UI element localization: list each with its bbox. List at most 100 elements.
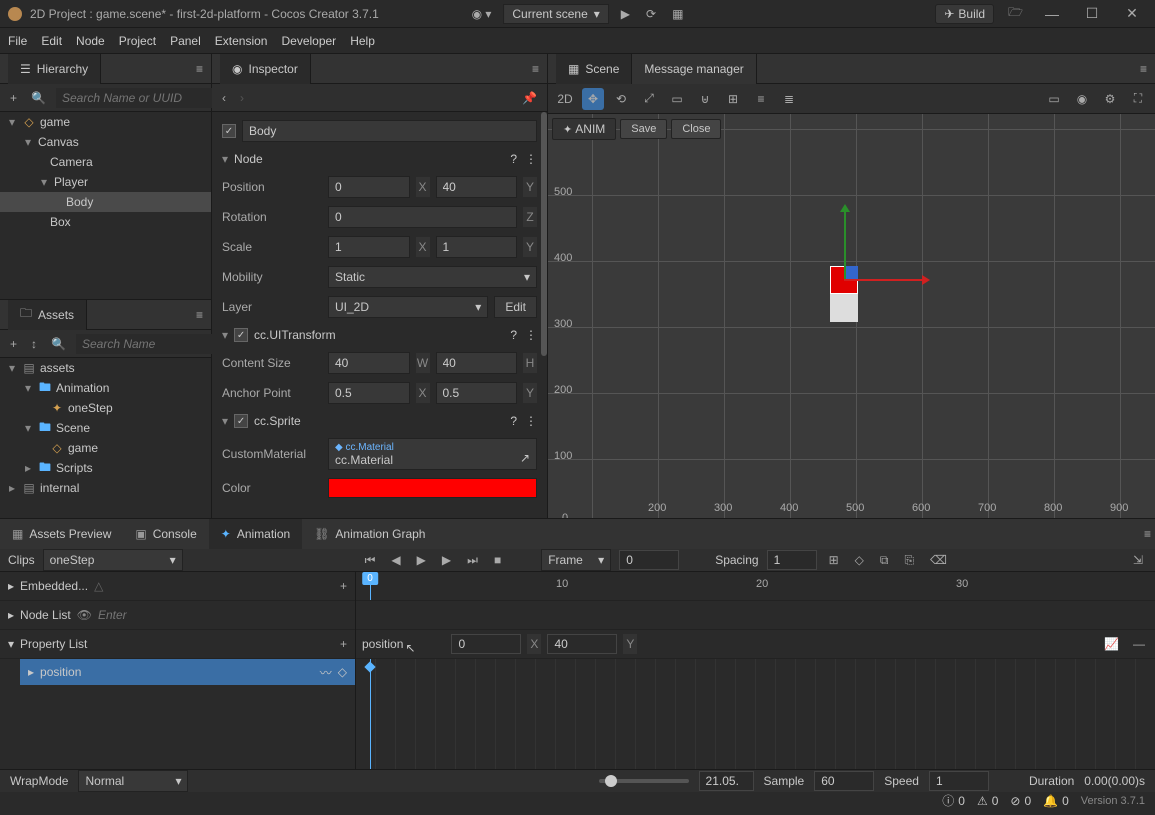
anchor-tool-icon[interactable]: ⊎ [694,88,716,110]
slider-thumb[interactable] [605,775,617,787]
panel-menu-icon[interactable]: ≡ [1140,525,1155,543]
playhead-line[interactable] [370,659,371,769]
qr-icon[interactable]: ▦ [668,5,687,23]
box-sprite[interactable] [830,294,858,322]
camera-icon[interactable]: ▭ [1043,88,1065,110]
anchor-y-input[interactable] [436,382,518,404]
mode-2d[interactable]: 2D [554,88,576,110]
uitransform-section[interactable]: ▾✓ cc.UITransform ?⋮ [216,322,543,348]
position-y-input[interactable] [436,176,518,198]
align-icon[interactable]: ≡ [750,88,772,110]
node-name-input[interactable] [242,120,537,142]
sort-icon[interactable]: ↕ [27,335,41,353]
first-frame-icon[interactable]: ⏮ [361,551,380,570]
animation-timeline[interactable]: 0 10 20 30 position ↖ X Y 📈— [356,572,1155,769]
frame-input[interactable] [619,550,679,570]
x-axis-gizmo[interactable] [844,279,924,281]
wrapmode-dropdown[interactable]: Normal▾ [78,770,188,792]
asset-item[interactable]: ▾🖿Animation [0,378,211,398]
height-input[interactable] [436,352,518,374]
record-icon[interactable]: ◉ [1071,88,1093,110]
panel-menu-icon[interactable]: ≡ [1140,62,1147,76]
uitransform-checkbox[interactable]: ✓ [234,328,248,342]
layer-dropdown[interactable]: UI_2D▾ [328,296,488,318]
menu-dots-icon[interactable]: ⋮ [525,152,537,166]
close-window-icon[interactable]: ✕ [1117,5,1147,22]
tree-item-canvas[interactable]: ▾Canvas [0,132,211,152]
tree-item-player[interactable]: ▾Player [0,172,211,192]
keyframe-marker[interactable] [364,661,375,672]
scene-viewport[interactable]: 600 500 400 300 200 100 0 200 300 400 50… [548,114,1155,518]
help-icon[interactable]: ? [510,328,517,342]
error-count[interactable]: ⊘0 [1010,794,1031,808]
menu-node[interactable]: Node [76,34,105,48]
nodelist-filter-input[interactable] [98,608,148,622]
more-icon[interactable]: — [1129,635,1149,653]
add-asset-icon[interactable]: + [6,335,21,353]
forward-icon[interactable]: › [236,89,248,107]
last-frame-icon[interactable]: ⏭ [463,551,482,570]
back-icon[interactable]: ‹ [218,89,230,107]
play-icon[interactable]: ▶ [617,5,634,23]
assets-tab[interactable]: 🗀 Assets [8,300,87,330]
tree-item-game[interactable]: ▾◇game [0,112,211,132]
build-button[interactable]: ✈ Build [935,4,994,24]
track-x-input[interactable] [451,634,521,654]
align2-icon[interactable]: ≣ [778,88,800,110]
anim-save-button[interactable]: Save [620,119,667,139]
key-icon[interactable]: ◇ [851,551,868,569]
scene-tab[interactable]: ▦Scene [556,54,632,84]
menu-dots-icon[interactable]: ⋮ [525,414,537,428]
frame-mode-dropdown[interactable]: Frame▾ [541,549,611,571]
embedded-row[interactable]: ▸Embedded...△+ [0,572,355,601]
snap-icon[interactable]: ⊞ [722,88,744,110]
mobility-dropdown[interactable]: Static▾ [328,266,537,288]
node-enabled-checkbox[interactable]: ✓ [222,124,236,138]
gizmo-handle[interactable] [845,266,858,279]
add-node-icon[interactable]: + [6,89,21,107]
delete-icon[interactable]: ⌫ [926,551,951,569]
layer-edit-button[interactable]: Edit [494,296,537,318]
track-y-input[interactable] [547,634,617,654]
next-frame-icon[interactable]: ▶ [438,551,455,569]
preview-platform-icon[interactable]: ◉ ▾ [468,5,496,23]
maximize-icon[interactable]: ☐ [1077,5,1107,22]
anchor-x-input[interactable] [328,382,410,404]
hierarchy-tab[interactable]: ☰ Hierarchy [8,54,101,84]
keyframe-icon[interactable]: ◇ [338,665,347,679]
open-folder-icon[interactable]: 🗁 [1004,1,1027,26]
rect-tool-icon[interactable]: ▭ [666,88,688,110]
menu-project[interactable]: Project [119,34,156,48]
tree-item-camera[interactable]: Camera [0,152,211,172]
search-icon[interactable]: 🔍 [27,89,50,107]
keyframe-area[interactable] [356,659,1155,769]
refresh-icon[interactable]: ⟳ [642,5,660,23]
play-anim-icon[interactable]: ▶ [413,551,430,569]
menu-panel[interactable]: Panel [170,34,201,48]
help-icon[interactable]: ? [510,152,517,166]
proplist-row[interactable]: ▾Property List+ [0,630,355,659]
menu-file[interactable]: File [8,34,27,48]
color-swatch[interactable] [328,478,537,498]
tab-assets-preview[interactable]: ▦ Assets Preview [0,519,123,549]
search-icon[interactable]: 🔍 [47,335,70,353]
width-input[interactable] [328,352,410,374]
warn-count[interactable]: ⚠0 [977,794,998,808]
time-display[interactable] [699,771,754,791]
info-count[interactable]: ⓘ0 [942,792,965,809]
tree-item-body[interactable]: Body [0,192,211,212]
property-position[interactable]: ▸position〰◇ [20,659,355,685]
add-icon[interactable]: + [340,579,347,593]
asset-item[interactable]: ▸🖿Scripts [0,458,211,478]
gear-icon[interactable]: ⚙ [1099,88,1121,110]
add-prop-icon[interactable]: + [340,637,347,651]
timeline-ruler[interactable]: 0 10 20 30 [356,572,1155,601]
sprite-checkbox[interactable]: ✓ [234,414,248,428]
scale-y-input[interactable] [436,236,518,258]
paste-icon[interactable]: ⎘ [900,551,918,570]
stop-icon[interactable]: ■ [490,551,505,569]
pin-icon[interactable]: 📌 [518,89,541,107]
speed-input[interactable] [929,771,989,791]
inspector-tab[interactable]: ◉ Inspector [220,54,311,84]
exit-icon[interactable]: ⇲ [1129,551,1147,569]
